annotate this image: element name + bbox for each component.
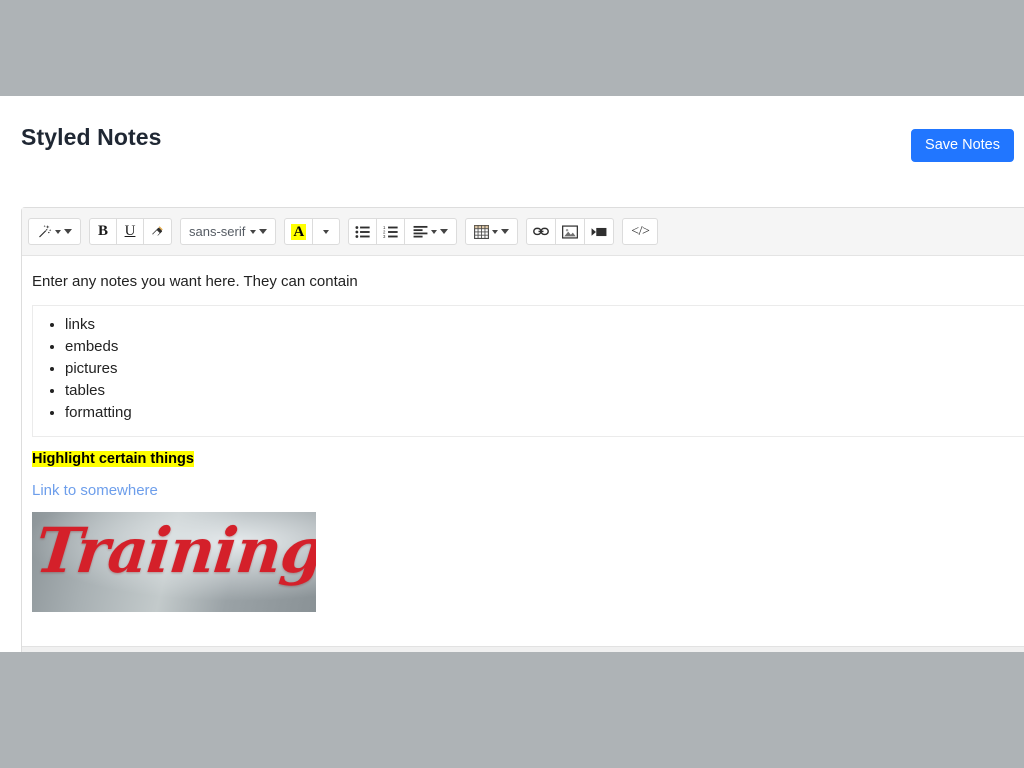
- list-item: links: [65, 314, 1024, 336]
- toolbar-group-style-picker: [28, 218, 81, 245]
- highlight-color-dropdown[interactable]: [312, 218, 340, 245]
- list-item: formatting: [65, 402, 1024, 424]
- highlighted-text: Highlight certain things: [32, 451, 194, 467]
- bold-icon: B: [98, 223, 108, 240]
- insert-link-button[interactable]: [526, 218, 556, 245]
- training-image: Training: [32, 512, 316, 612]
- underline-button[interactable]: U: [116, 218, 144, 245]
- highlight-color-button[interactable]: A: [284, 218, 313, 245]
- chevron-down-icon: [323, 230, 329, 234]
- video-icon: [591, 226, 607, 238]
- ordered-list-icon: 1 2 3: [383, 225, 398, 239]
- browser-viewport: Styled Notes Save Notes: [0, 96, 1024, 652]
- page-header: Styled Notes Save Notes: [0, 96, 1024, 170]
- rich-text-editor: B U sans-se: [21, 207, 1024, 652]
- table-cell: links embeds pictures tables formatting: [33, 305, 1024, 436]
- toolbar-group-insert-media: [526, 218, 614, 245]
- save-notes-button[interactable]: Save Notes: [911, 129, 1014, 162]
- ordered-list-button[interactable]: 1 2 3: [376, 218, 405, 245]
- code-view-icon: </>: [631, 224, 649, 240]
- font-family-dropdown[interactable]: sans-serif: [180, 218, 276, 245]
- chevron-down-icon: [259, 229, 267, 234]
- table-icon: [474, 225, 489, 239]
- picture-icon: [562, 225, 578, 239]
- magic-wand-button[interactable]: [28, 218, 81, 245]
- feature-table: links embeds pictures tables formatting: [32, 305, 1024, 437]
- link-paragraph: Link to somewhere: [32, 481, 1024, 501]
- align-left-icon: [413, 225, 428, 238]
- toolbar-group-highlight-color: A: [284, 218, 340, 245]
- font-family-value: sans-serif: [189, 224, 245, 239]
- intro-paragraph: Enter any notes you want here. They can …: [32, 272, 1024, 292]
- table-button[interactable]: [465, 218, 518, 245]
- chevron-down-icon: [492, 230, 498, 234]
- highlight-paragraph: Highlight certain things: [32, 449, 1024, 469]
- insert-video-button[interactable]: [584, 218, 614, 245]
- toolbar-group-code-view: </>: [622, 218, 658, 245]
- toolbar-group-text-format: B U: [89, 218, 172, 245]
- toolbar-group-lists: 1 2 3: [348, 218, 457, 245]
- remove-format-button[interactable]: [143, 218, 172, 245]
- unordered-list-icon: [355, 225, 370, 239]
- list-item: pictures: [65, 358, 1024, 380]
- list-item: tables: [65, 380, 1024, 402]
- toolbar-group-table: [465, 218, 518, 245]
- align-button[interactable]: [404, 218, 457, 245]
- chevron-down-icon: [250, 230, 256, 234]
- bold-button[interactable]: B: [89, 218, 117, 245]
- table-row: links embeds pictures tables formatting: [33, 305, 1024, 436]
- chevron-down-icon: [440, 229, 448, 234]
- toolbar-group-font-family: sans-serif: [180, 218, 276, 245]
- page-title: Styled Notes: [21, 126, 162, 149]
- code-view-button[interactable]: </>: [622, 218, 658, 245]
- training-image-script-text: Training: [33, 518, 316, 583]
- editor-toolbar: B U sans-se: [22, 208, 1024, 256]
- highlight-color-icon: A: [291, 224, 306, 240]
- underline-icon: U: [125, 223, 136, 240]
- magic-wand-icon: [37, 224, 52, 239]
- link-icon: [533, 225, 549, 238]
- editor-content-area[interactable]: Enter any notes you want here. They can …: [22, 256, 1024, 646]
- feature-list: links embeds pictures tables formatting: [35, 314, 1024, 424]
- chevron-down-icon: [501, 229, 509, 234]
- insert-picture-button[interactable]: [555, 218, 585, 245]
- unordered-list-button[interactable]: [348, 218, 377, 245]
- svg-text:3: 3: [383, 234, 386, 239]
- chevron-down-icon: [64, 229, 72, 234]
- editor-statusbar: [22, 646, 1024, 652]
- chevron-down-icon: [55, 230, 61, 234]
- content-link[interactable]: Link to somewhere: [32, 482, 158, 499]
- list-item: embeds: [65, 336, 1024, 358]
- chevron-down-icon: [431, 230, 437, 234]
- remove-format-eraser-icon: [150, 224, 165, 239]
